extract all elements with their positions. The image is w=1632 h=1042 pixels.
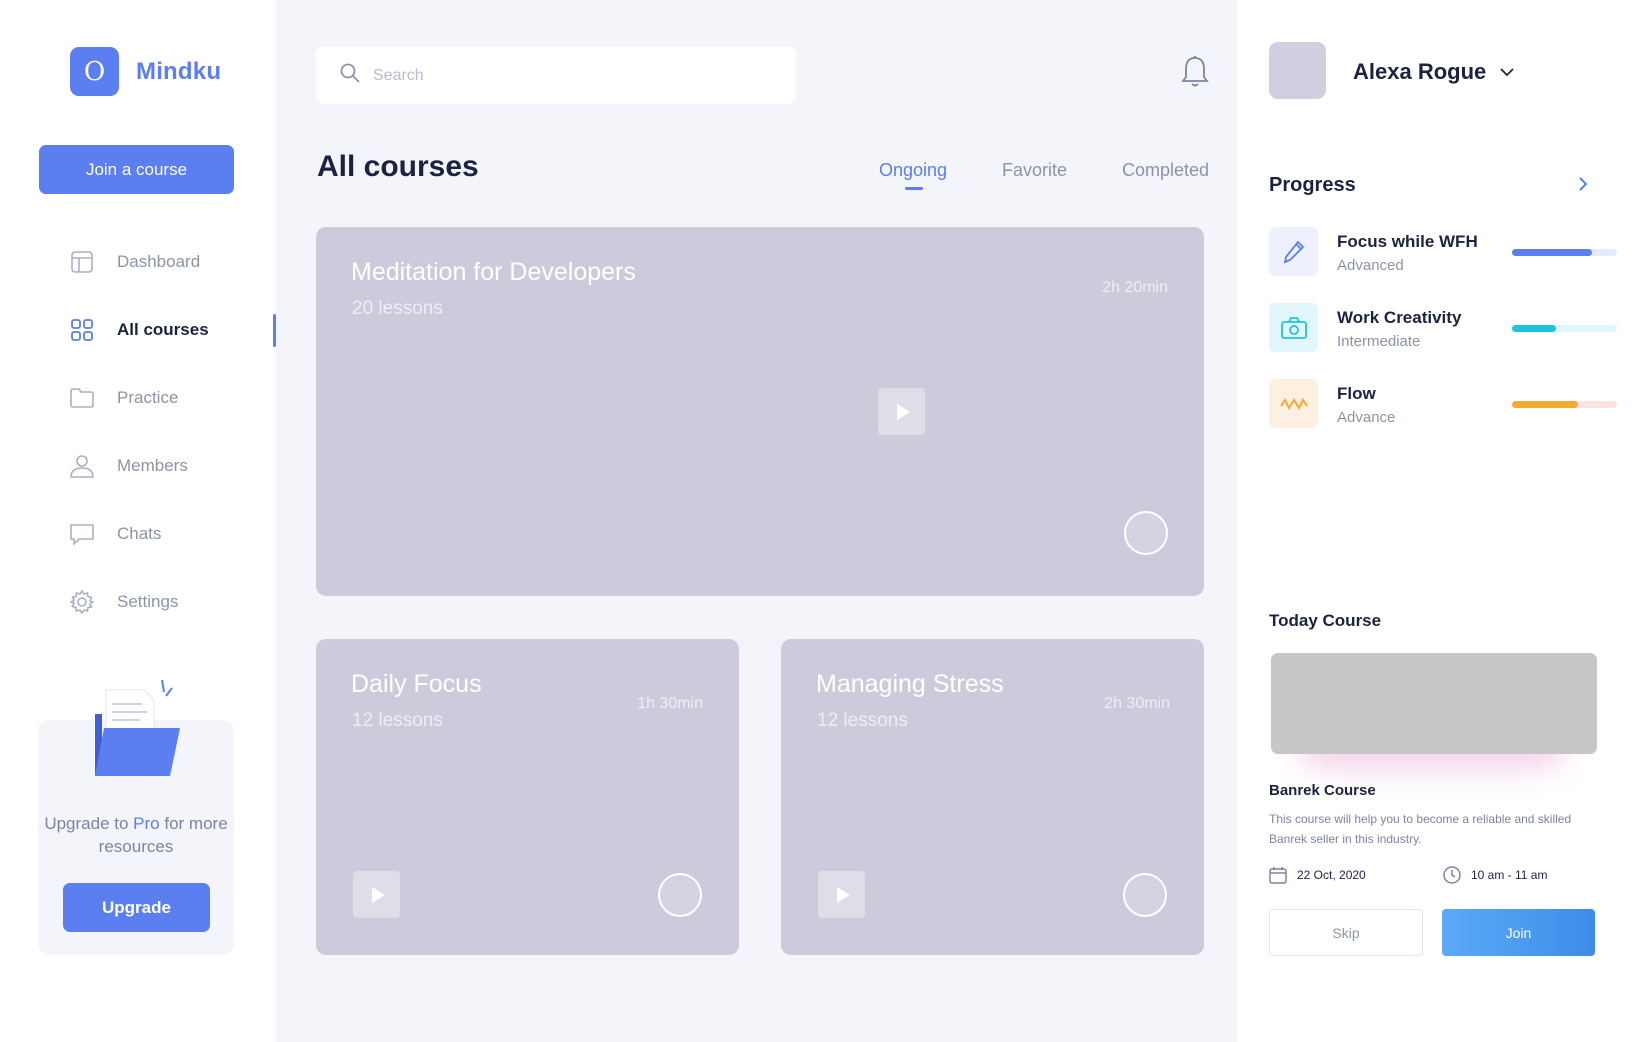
sidebar-item-label: Practice [117,388,179,407]
join-button[interactable]: Join [1442,909,1595,956]
pencil-icon [1269,227,1318,276]
wave-icon [1269,379,1318,428]
tab-active-underline [905,187,923,190]
sidebar: O Mindku Join a course Dashboard All cou… [0,0,276,1042]
logo[interactable]: O Mindku [70,47,221,96]
progress-item[interactable]: Focus while WFH Advanced [1269,227,1617,277]
sidebar-item-label: All courses [117,320,209,339]
progress-name: Focus while WFH [1337,232,1478,251]
course-lessons: 12 lessons [817,710,908,731]
upgrade-button[interactable]: Upgrade [63,883,210,932]
chevron-down-icon[interactable] [1499,64,1515,80]
right-panel: Alexa Rogue Progress Focus while WFH Adv… [1237,0,1632,1042]
join-course-button[interactable]: Join a course [39,145,234,194]
course-lessons: 12 lessons [352,710,443,731]
progress-item[interactable]: Work Creativity Intermediate [1269,303,1617,353]
progress-bar [1512,401,1617,408]
course-action-button[interactable] [1124,511,1168,555]
gear-icon [70,590,94,614]
progress-name: Flow [1337,384,1376,403]
sidebar-item-settings[interactable]: Settings [0,568,276,636]
sidebar-item-chats[interactable]: Chats [0,500,276,568]
progress-fill [1512,325,1557,332]
sidebar-item-label: Members [117,456,188,475]
date-text: 22 Oct, 2020 [1297,868,1366,882]
folder-icon [70,386,94,410]
upgrade-pro-text: Pro [133,814,160,833]
course-lessons: 20 lessons [352,298,443,319]
today-course-time: 10 am - 11 am [1443,866,1547,884]
upgrade-text-before: Upgrade to [44,814,134,833]
today-course-name: Banrek Course [1269,782,1376,799]
sidebar-item-members[interactable]: Members [0,432,276,500]
play-icon [896,403,910,420]
avatar[interactable] [1269,42,1326,99]
user-icon [70,454,94,478]
upgrade-text: Upgrade to Pro for more resources [38,812,234,858]
time-text: 10 am - 11 am [1471,868,1548,882]
progress-bar [1512,325,1617,332]
camera-icon [1269,303,1318,352]
sidebar-item-label: Dashboard [117,252,201,271]
course-title: Daily Focus [351,670,482,698]
sidebar-item-label: Chats [117,524,162,543]
progress-level: Intermediate [1337,333,1421,350]
bell-icon[interactable] [1180,55,1210,88]
course-card[interactable]: Daily Focus 12 lessons 1h 30min [316,639,739,955]
progress-level: Advanced [1337,257,1404,274]
today-course-description: This course will help you to become a re… [1269,812,1572,846]
app-name: Mindku [136,57,222,85]
grid-icon [70,318,94,342]
sidebar-item-label: Settings [117,592,179,611]
today-course-title: Today Course [1269,611,1382,630]
sidebar-item-dashboard[interactable]: Dashboard [0,228,276,296]
tab-completed[interactable]: Completed [1122,160,1209,181]
today-course-image[interactable] [1271,653,1597,754]
course-tabs: Ongoing Favorite Completed [276,160,1237,200]
user-name[interactable]: Alexa Rogue [1353,59,1486,85]
play-icon [371,886,385,903]
course-duration: 1h 30min [637,695,703,712]
dashboard-icon [70,250,94,274]
logo-mark: O [70,47,119,96]
progress-fill [1512,249,1592,256]
course-duration: 2h 30min [1104,695,1170,712]
folder-illustration-icon [92,678,192,778]
course-action-button[interactable] [1123,873,1167,917]
sidebar-nav: Dashboard All courses Practice Members C… [0,228,276,636]
play-button[interactable] [353,871,400,918]
tab-ongoing[interactable]: Ongoing [879,160,947,181]
course-title: Managing Stress [816,670,1004,698]
search-input[interactable]: Search [373,67,424,85]
tab-favorite[interactable]: Favorite [1002,160,1067,181]
search-icon [340,63,360,88]
play-button[interactable] [878,388,925,435]
calendar-icon [1269,867,1287,884]
main-content: Search All courses Ongoing Favorite Comp… [276,0,1237,1042]
search-bar[interactable]: Search [316,47,796,104]
skip-button[interactable]: Skip [1269,909,1423,956]
chat-icon [70,522,94,546]
today-course-date: 22 Oct, 2020 [1269,866,1366,884]
progress-fill [1512,401,1579,408]
course-card[interactable]: Meditation for Developers 20 lessons 2h … [316,227,1204,596]
play-icon [836,886,850,903]
progress-name: Work Creativity [1337,308,1462,327]
progress-bar [1512,249,1617,256]
course-title: Meditation for Developers [351,258,636,286]
play-button[interactable] [818,871,865,918]
course-duration: 2h 20min [1102,279,1168,296]
progress-title: Progress [1269,174,1356,196]
clock-icon [1443,866,1461,884]
progress-item[interactable]: Flow Advance [1269,379,1617,429]
progress-level: Advance [1337,409,1396,426]
course-card[interactable]: Managing Stress 12 lessons 2h 30min [781,639,1204,955]
chevron-right-icon[interactable] [1575,176,1591,192]
sidebar-item-practice[interactable]: Practice [0,364,276,432]
sidebar-item-all-courses[interactable]: All courses [0,296,276,364]
course-action-button[interactable] [658,873,702,917]
